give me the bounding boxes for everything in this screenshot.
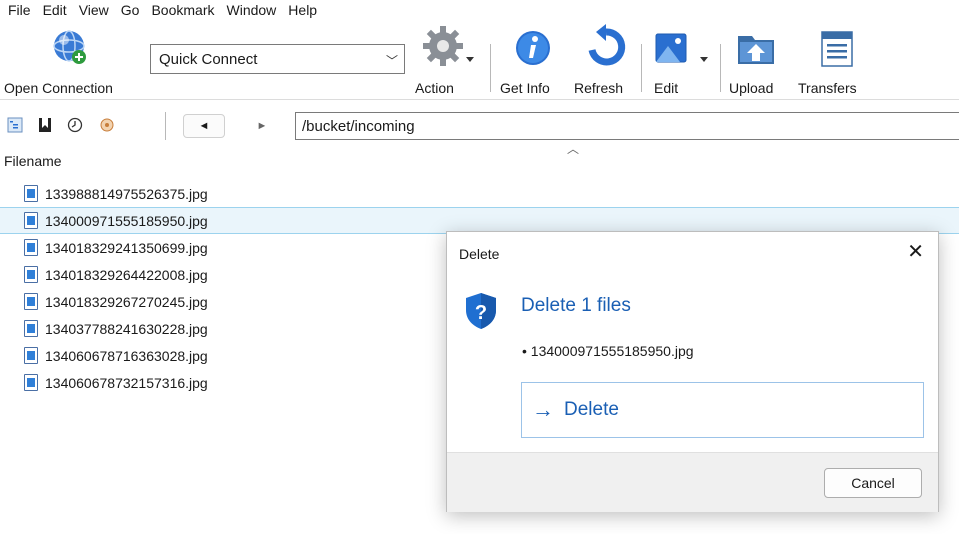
arrow-right-icon: → <box>532 397 554 422</box>
svg-text:?: ? <box>475 302 487 324</box>
transfers-label: Transfers <box>798 80 857 96</box>
file-row-selected[interactable]: 134000971555185950.jpg <box>0 207 959 234</box>
back-button[interactable]: ◄ <box>183 114 225 138</box>
menu-window[interactable]: Window <box>223 1 285 19</box>
upload-label: Upload <box>729 80 774 96</box>
open-connection-button[interactable]: Open Connection <box>4 24 138 96</box>
quick-connect-select[interactable]: Quick Connect ﹀ <box>150 44 405 74</box>
refresh-label: Refresh <box>574 80 624 96</box>
globe-icon <box>53 30 86 64</box>
forward-arrow-icon: ► <box>256 120 268 132</box>
action-label: Action <box>415 80 454 96</box>
menu-bar: File Edit View Go Bookmark Window Help <box>0 0 959 20</box>
file-name: 134037788241630228.jpg <box>45 320 208 337</box>
edit-label: Edit <box>654 80 679 96</box>
toolbar-divider <box>165 112 166 140</box>
transfers-button[interactable]: Transfers <box>796 24 868 96</box>
refresh-button[interactable]: Refresh <box>572 24 632 96</box>
file-row[interactable]: 133988814975526375.jpg <box>0 180 959 207</box>
refresh-icon <box>588 24 626 66</box>
dialog-title: Delete <box>459 246 500 262</box>
close-icon[interactable]: ✕ <box>907 242 924 262</box>
bookmark-icon[interactable] <box>34 114 56 136</box>
cancel-label: Cancel <box>851 475 895 491</box>
image-file-icon <box>24 320 38 337</box>
info-icon <box>516 31 550 65</box>
file-name: 134000971555185950.jpg <box>45 212 208 229</box>
menu-edit[interactable]: Edit <box>39 1 75 19</box>
file-name: 134018329241350699.jpg <box>45 239 208 256</box>
image-file-icon <box>24 185 38 202</box>
dialog-heading: Delete 1 files <box>521 295 631 316</box>
dialog-file-item: • 134000971555185950.jpg <box>522 343 694 359</box>
cancel-button[interactable]: Cancel <box>824 468 922 498</box>
outline-view-icon[interactable] <box>4 114 26 136</box>
main-toolbar: Open Connection Quick Connect ﹀ Action G… <box>0 20 959 100</box>
toolbar-divider <box>490 44 491 92</box>
upload-folder-icon <box>738 36 774 64</box>
bonjour-icon[interactable] <box>96 114 118 136</box>
path-field[interactable]: /bucket/incoming <box>295 112 959 140</box>
menu-go[interactable]: Go <box>117 1 148 19</box>
path-value: /bucket/incoming <box>302 118 415 135</box>
gear-icon <box>423 26 474 66</box>
edit-button[interactable]: Edit <box>650 24 716 96</box>
chevron-down-icon: ﹀ <box>385 54 398 68</box>
file-name: 134060678716363028.jpg <box>45 347 208 364</box>
file-name: 134060678732157316.jpg <box>45 374 208 391</box>
get-info-label: Get Info <box>500 80 550 96</box>
menu-file[interactable]: File <box>4 1 39 19</box>
menu-view[interactable]: View <box>75 1 117 19</box>
delete-dialog: Delete ✕ ? Delete 1 files • 134000971555… <box>446 231 939 512</box>
toolbar-divider <box>720 44 721 92</box>
shield-question-icon: ? <box>466 293 496 329</box>
dialog-footer: Cancel <box>447 452 938 512</box>
confirm-delete-label: Delete <box>564 399 619 420</box>
back-arrow-icon: ◄ <box>198 120 210 132</box>
image-file-icon <box>24 239 38 256</box>
image-file-icon <box>24 374 38 391</box>
image-file-icon <box>24 347 38 364</box>
toolbar-divider <box>641 44 642 92</box>
upload-button[interactable]: Upload <box>727 24 785 96</box>
action-button[interactable]: Action <box>414 24 480 96</box>
menu-bookmark[interactable]: Bookmark <box>147 1 222 19</box>
browser-toolbar: ◄ ► /bucket/incoming <box>0 108 959 142</box>
image-file-icon <box>24 266 38 283</box>
image-edit-icon <box>655 33 708 63</box>
menu-help[interactable]: Help <box>284 1 325 19</box>
history-clock-icon[interactable] <box>64 114 86 136</box>
confirm-delete-button[interactable]: → Delete <box>521 382 924 438</box>
image-file-icon <box>24 293 38 310</box>
open-connection-label: Open Connection <box>4 80 113 96</box>
forward-button[interactable]: ► <box>241 114 283 138</box>
get-info-button[interactable]: Get Info <box>500 24 560 96</box>
image-file-icon <box>24 212 38 229</box>
file-name: 133988814975526375.jpg <box>45 185 208 202</box>
quick-connect-value: Quick Connect <box>159 51 258 68</box>
transfers-list-icon <box>821 31 853 67</box>
file-name: 134018329264422008.jpg <box>45 266 208 283</box>
filename-column-header[interactable]: Filename <box>4 153 62 169</box>
sort-caret-icon: ︿ <box>567 142 580 156</box>
file-name: 134018329267270245.jpg <box>45 293 208 310</box>
